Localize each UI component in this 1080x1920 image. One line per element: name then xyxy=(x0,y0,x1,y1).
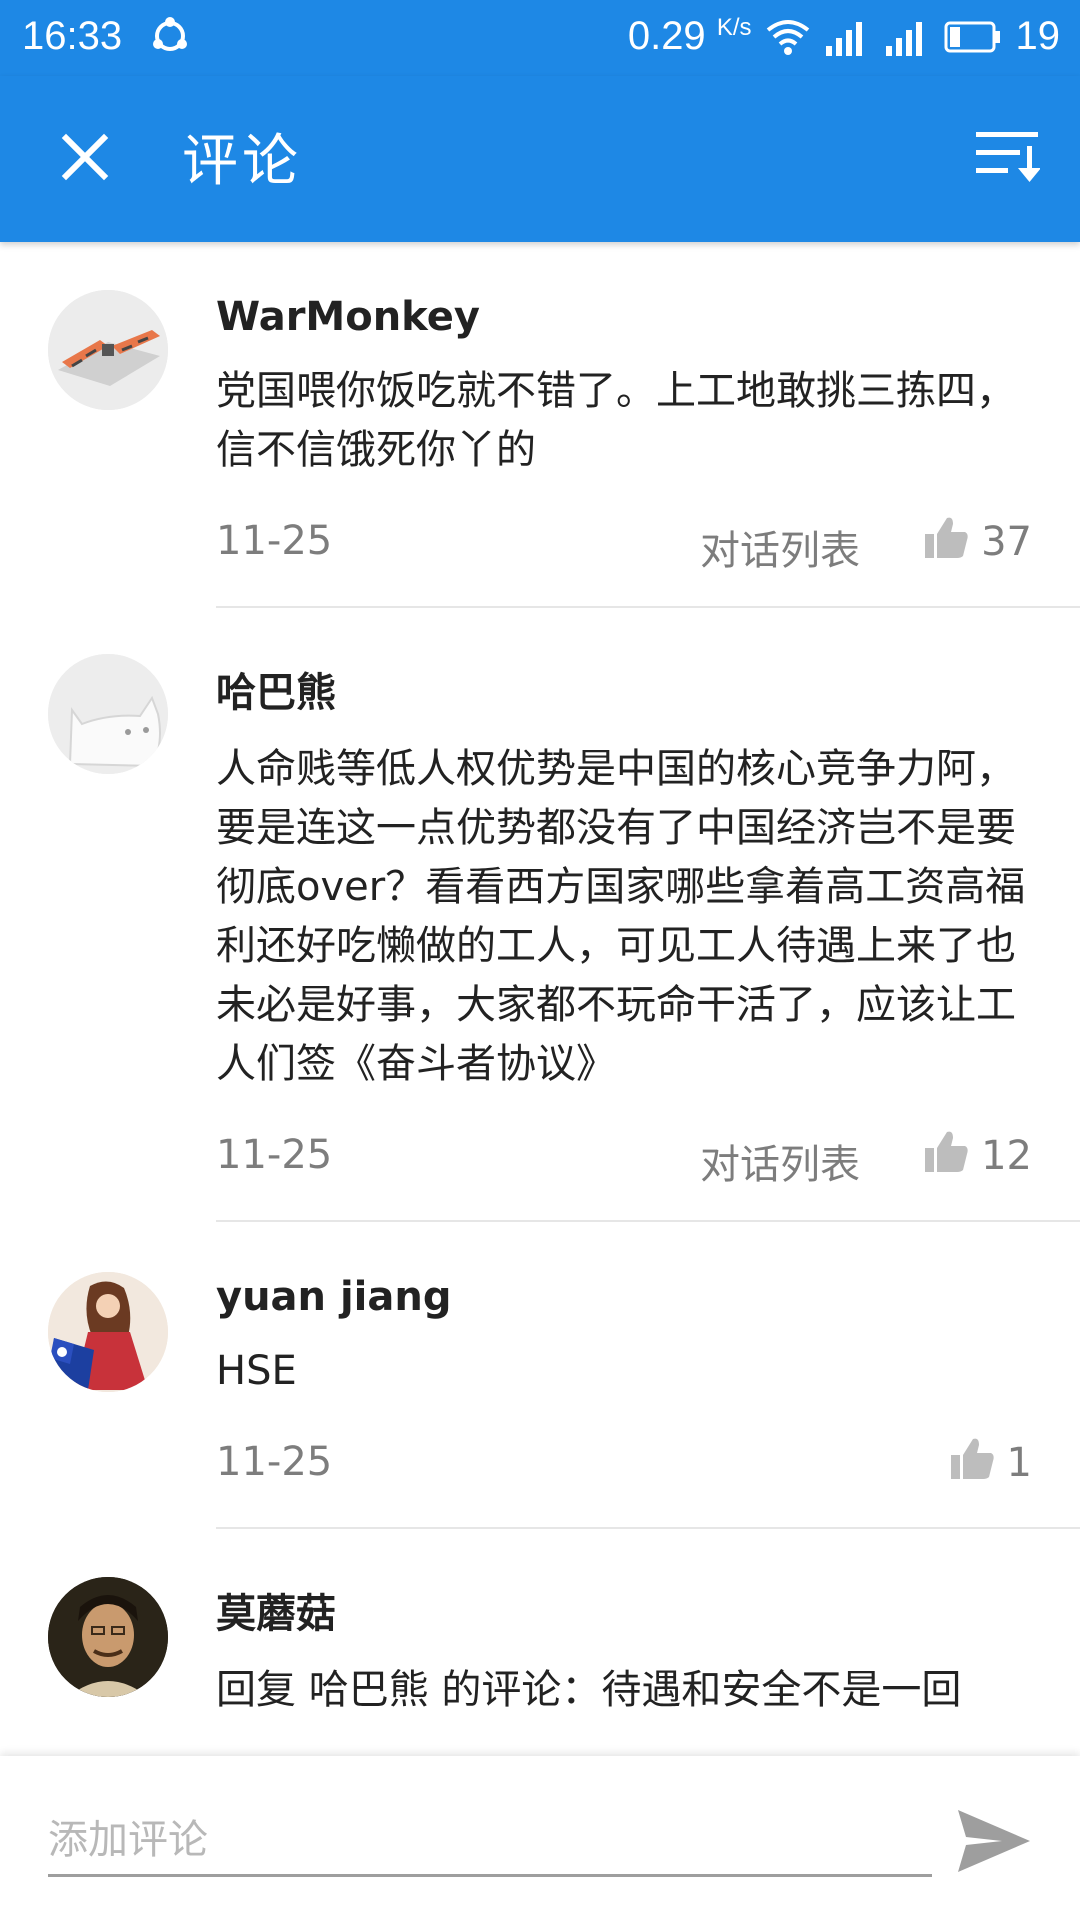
comment-text: HSE xyxy=(216,1348,297,1394)
comment-item: 哈巴熊 人命贱等低人权优势是中国的核心竞争力阿，要是连这一点优势都没有了中国经济… xyxy=(0,608,1080,1222)
comment-author[interactable]: WarMonkey xyxy=(216,242,1032,340)
like-button[interactable]: 12 xyxy=(923,1128,1032,1184)
comment-author[interactable]: yuan jiang xyxy=(216,1222,1032,1320)
signal-icon xyxy=(824,18,870,56)
status-time: 16:33 xyxy=(22,14,123,58)
thumbs-up-icon xyxy=(949,1435,995,1491)
comment-date: 11-25 xyxy=(216,1132,333,1178)
comment-author[interactable]: 莫蘑菇 xyxy=(216,1529,1032,1639)
like-count: 12 xyxy=(981,1133,1032,1179)
comment-item: 莫蘑菇 回复 哈巴熊 的评论：待遇和安全不是一回 xyxy=(0,1529,1080,1720)
like-count: 1 xyxy=(1006,1440,1032,1486)
comment-input[interactable] xyxy=(48,1806,932,1877)
avatar[interactable] xyxy=(48,1272,168,1392)
comment-author[interactable]: 哈巴熊 xyxy=(216,608,1032,718)
status-bar: 16:33 0.29 K/s 19 xyxy=(0,0,1080,76)
like-button[interactable]: 1 xyxy=(949,1435,1032,1491)
comment-date: 11-25 xyxy=(216,1439,333,1485)
conversation-list-link[interactable]: 对话列表 xyxy=(700,1132,860,1190)
thumbs-up-icon xyxy=(923,1128,969,1184)
avatar[interactable] xyxy=(48,1577,168,1697)
avatar[interactable] xyxy=(48,290,168,410)
signal-icon-2 xyxy=(884,18,930,56)
conversation-list-link[interactable]: 对话列表 xyxy=(700,518,860,576)
like-button[interactable]: 37 xyxy=(923,514,1032,570)
battery-icon xyxy=(944,21,1002,53)
comment-date: 11-25 xyxy=(216,518,333,564)
comment-text: 党国喂你饭吃就不错了。上工地敢挑三拣四，信不信饿死你丫的 xyxy=(216,368,1016,473)
sort-icon[interactable] xyxy=(974,128,1041,186)
app-bar: 评论 xyxy=(0,76,1080,242)
page-title: 评论 xyxy=(182,129,302,194)
wifi-icon xyxy=(766,18,810,56)
thumbs-up-icon xyxy=(923,514,969,570)
avatar[interactable] xyxy=(48,654,168,774)
comment-item: yuan jiang HSE 11-25 1 xyxy=(0,1222,1080,1529)
sync-icon xyxy=(148,14,196,62)
comment-text: 回复 哈巴熊 的评论：待遇和安全不是一回 xyxy=(216,1667,962,1713)
comment-text: 人命贱等低人权优势是中国的核心竞争力阿，要是连这一点优势都没有了中国经济岂不是要… xyxy=(216,746,1026,1087)
comment-item: WarMonkey 党国喂你饭吃就不错了。上工地敢挑三拣四，信不信饿死你丫的 1… xyxy=(0,242,1080,608)
comment-list[interactable]: WarMonkey 党国喂你饭吃就不错了。上工地敢挑三拣四，信不信饿死你丫的 1… xyxy=(0,242,1080,1756)
close-icon[interactable] xyxy=(52,124,118,190)
like-count: 37 xyxy=(981,519,1032,565)
comment-input-bar xyxy=(0,1756,1080,1920)
battery-level: 19 xyxy=(1015,14,1061,58)
network-speed: 0.29 K/s xyxy=(627,14,752,58)
send-icon[interactable] xyxy=(956,1808,1032,1874)
